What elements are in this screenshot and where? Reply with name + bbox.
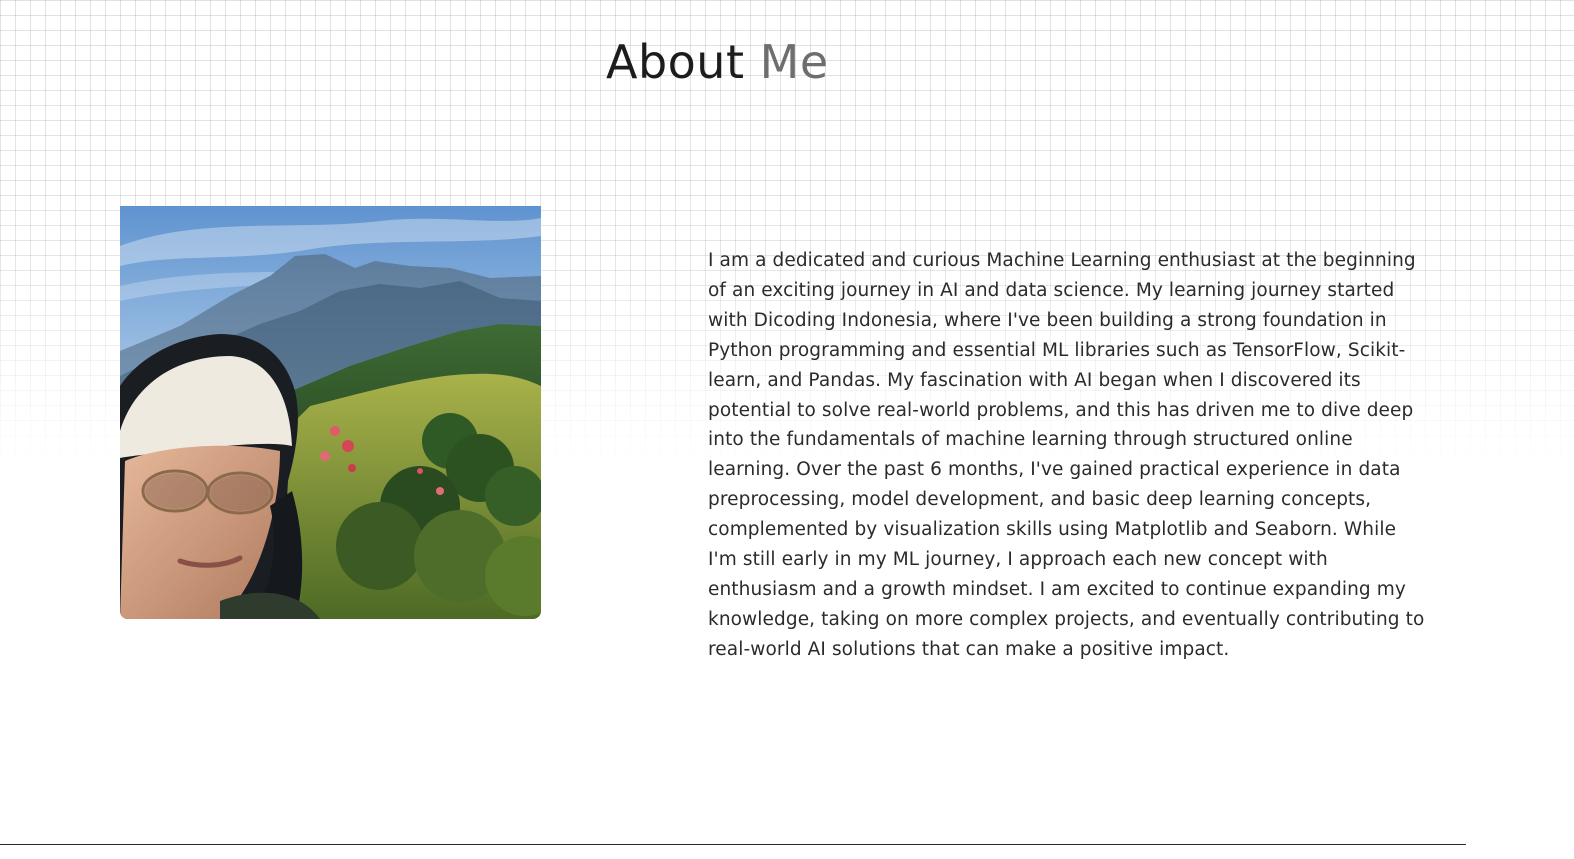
title-accent: Me xyxy=(759,35,829,89)
section-title: About Me xyxy=(606,34,829,90)
title-main: About xyxy=(606,35,745,89)
section-divider xyxy=(0,844,1466,845)
about-section: About Me I am a dedicated and curious Ma… xyxy=(0,0,1574,859)
profile-photo xyxy=(120,206,541,619)
bio-paragraph: I am a dedicated and curious Machine Lea… xyxy=(708,250,1425,660)
